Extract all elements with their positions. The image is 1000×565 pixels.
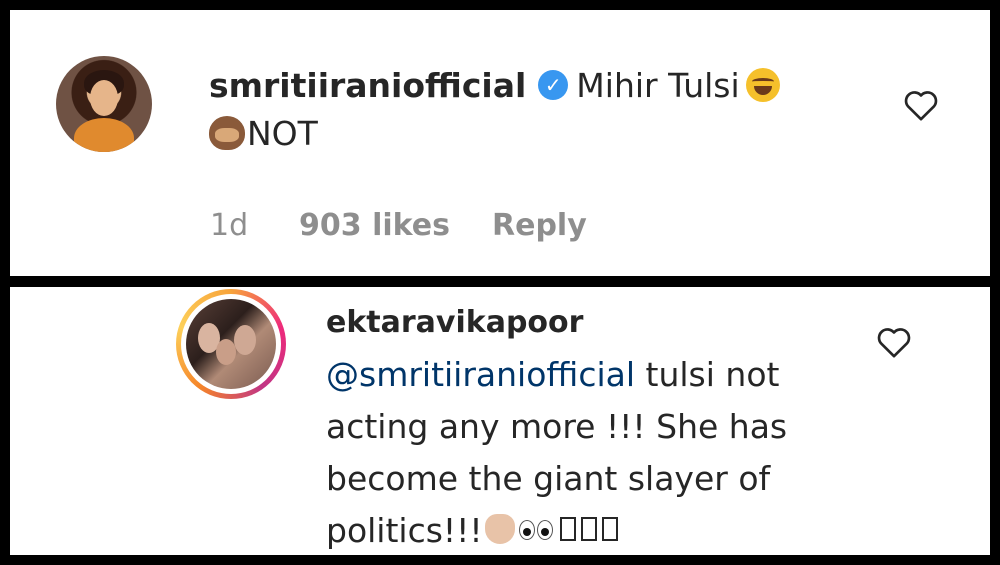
missing-glyph-icon [559, 516, 576, 541]
comment-text: tulsi not [645, 355, 780, 394]
comment-text: NOT [247, 114, 318, 153]
missing-glyph-icon [601, 516, 618, 541]
comment-text: Mihir Tulsi [576, 66, 740, 105]
comment-text-line-1: @smritiiraniofficial tulsi not [326, 349, 779, 401]
avatar[interactable] [56, 56, 152, 152]
username-link[interactable]: ektaravikapoor [326, 305, 583, 341]
comment-text-line-3: become the giant slayer of [326, 459, 771, 498]
username-link[interactable]: smritiiraniofficial [209, 66, 526, 105]
likes-count-button[interactable]: 903 likes [299, 208, 450, 243]
avatar-story-ring[interactable] [176, 289, 286, 399]
heart-icon[interactable] [874, 322, 914, 362]
laughing-emoji-icon [745, 67, 780, 102]
comment-text: politics!!! [326, 511, 483, 550]
heart-icon[interactable] [901, 85, 941, 125]
mention-link[interactable]: @smritiiraniofficial [326, 355, 635, 394]
comment-text-line-2: NOT [209, 114, 318, 154]
comment-card-smritiiraniofficial: smritiiraniofficial ✓ Mihir Tulsi NOT 1d 9… [10, 10, 990, 276]
comment-card-ektaravikapoor: ektaravikapoor @smritiiraniofficial tuls… [10, 287, 990, 555]
see-no-evil-monkey-icon [209, 115, 245, 150]
comment-text-line-2: acting any more !!! She has [326, 407, 788, 446]
clap-emoji-icon [484, 513, 515, 544]
comment-text-line-1: smritiiraniofficial ✓ Mihir Tulsi [209, 66, 780, 106]
eyes-emoji-icon [518, 503, 555, 555]
comment-timestamp[interactable]: 1d [210, 208, 248, 243]
missing-glyph-icon [580, 516, 597, 541]
comment-text-line-4: politics!!! [326, 505, 618, 559]
reply-button[interactable]: Reply [492, 208, 587, 243]
verified-badge-icon: ✓ [538, 69, 569, 100]
